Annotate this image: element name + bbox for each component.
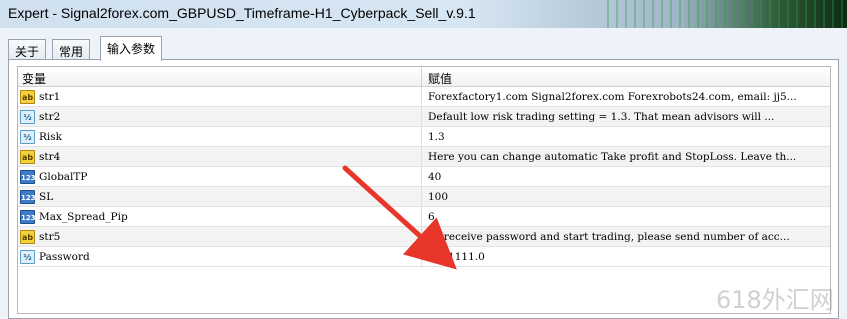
parameter-value-cell[interactable]: 1111111.0 xyxy=(422,247,830,266)
parameter-name-cell[interactable]: ½ Risk xyxy=(18,127,422,146)
column-header-value[interactable]: 赋值 xyxy=(422,67,830,86)
parameter-value-cell[interactable]: 1.3 xyxy=(422,127,830,146)
integer-type-icon: 123 xyxy=(20,189,36,204)
parameter-row-sl[interactable]: 123 SL 100 xyxy=(18,187,830,207)
parameter-name: str2 xyxy=(39,110,61,123)
tab-inputs[interactable]: 输入参数 xyxy=(100,36,163,61)
parameter-row-str4[interactable]: ab str4 Here you can change automatic Take… xyxy=(18,147,830,167)
parameter-row-password[interactable]: ½ Password 1111111.0 xyxy=(18,247,830,267)
parameter-row-globaltp[interactable]: 123 GlobalTP 40 xyxy=(18,167,830,187)
tab-about[interactable]: 关于 xyxy=(8,39,47,60)
parameter-name-cell[interactable]: ½ Password xyxy=(18,247,422,266)
parameter-name: GlobalTP xyxy=(39,170,88,183)
inputs-panel: 变量 赋值 ab str1 Forexfactory1.com Signal2for… xyxy=(8,59,839,319)
string-type-icon: ab xyxy=(20,229,35,244)
integer-type-icon: 123 xyxy=(20,209,36,224)
parameter-name: str4 xyxy=(39,150,61,163)
grid-rows: ab str1 Forexfactory1.com Signal2forex.com… xyxy=(18,87,830,267)
watermark-logo: 618外汇网 xyxy=(716,286,834,314)
parameter-value-cell[interactable]: Here you can change automatic Take profi… xyxy=(422,147,830,166)
window-titlebar[interactable]: Expert - Signal2forex.com_GBPUSD_Timefra… xyxy=(0,0,847,28)
parameter-row-str2[interactable]: ½ str2 Default low risk trading setting = … xyxy=(18,107,830,127)
parameter-name-cell[interactable]: ab str4 xyxy=(18,147,422,166)
parameter-name-cell[interactable]: ½ str2 xyxy=(18,107,422,126)
parameter-name: Max_Spread_Pip xyxy=(39,210,128,223)
column-header-variable[interactable]: 变量 xyxy=(18,67,422,86)
string-type-icon: ab xyxy=(20,89,35,104)
parameter-name: str5 xyxy=(39,230,61,243)
parameter-value-cell[interactable]: To receive password and start trading, p… xyxy=(422,227,830,246)
parameter-row-max-spread-pip[interactable]: 123 Max_Spread_Pip 6 xyxy=(18,207,830,227)
background-chart xyxy=(607,0,847,28)
parameter-name-cell[interactable]: 123 SL xyxy=(18,187,422,206)
parameter-name-cell[interactable]: ab str5 xyxy=(18,227,422,246)
parameter-value-cell[interactable]: 100 xyxy=(422,187,830,206)
double-type-icon: ½ xyxy=(20,249,35,264)
parameter-value-cell[interactable]: 6 xyxy=(422,207,830,226)
tab-common[interactable]: 常用 xyxy=(52,39,91,60)
grid-header: 变量 赋值 xyxy=(18,67,830,87)
double-type-icon: ½ xyxy=(20,109,35,124)
window-title: Expert - Signal2forex.com_GBPUSD_Timefra… xyxy=(8,5,476,21)
parameter-value-cell[interactable]: 40 xyxy=(422,167,830,186)
expert-dialog: 关于 常用 输入参数 变量 赋值 ab str1 Forexfactory1.com… xyxy=(0,28,847,319)
parameter-row-str5[interactable]: ab str5 To receive password and start trad… xyxy=(18,227,830,247)
parameters-grid: 变量 赋值 ab str1 Forexfactory1.com Signal2for… xyxy=(17,66,831,314)
parameter-name-cell[interactable]: 123 GlobalTP xyxy=(18,167,422,186)
parameter-row-risk[interactable]: ½ Risk 1.3 xyxy=(18,127,830,147)
parameter-value-cell[interactable]: Default low risk trading setting = 1.3. … xyxy=(422,107,830,126)
parameter-name: str1 xyxy=(39,90,61,103)
parameter-name-cell[interactable]: 123 Max_Spread_Pip xyxy=(18,207,422,226)
string-type-icon: ab xyxy=(20,149,35,164)
double-type-icon: ½ xyxy=(20,129,35,144)
parameter-row-str1[interactable]: ab str1 Forexfactory1.com Signal2forex.com… xyxy=(18,87,830,107)
parameter-value-cell[interactable]: Forexfactory1.com Signal2forex.com Forex… xyxy=(422,87,830,106)
integer-type-icon: 123 xyxy=(20,169,36,184)
parameter-name-cell[interactable]: ab str1 xyxy=(18,87,422,106)
parameter-name: SL xyxy=(39,190,54,203)
parameter-name: Risk xyxy=(39,130,63,143)
parameter-name: Password xyxy=(39,250,90,263)
